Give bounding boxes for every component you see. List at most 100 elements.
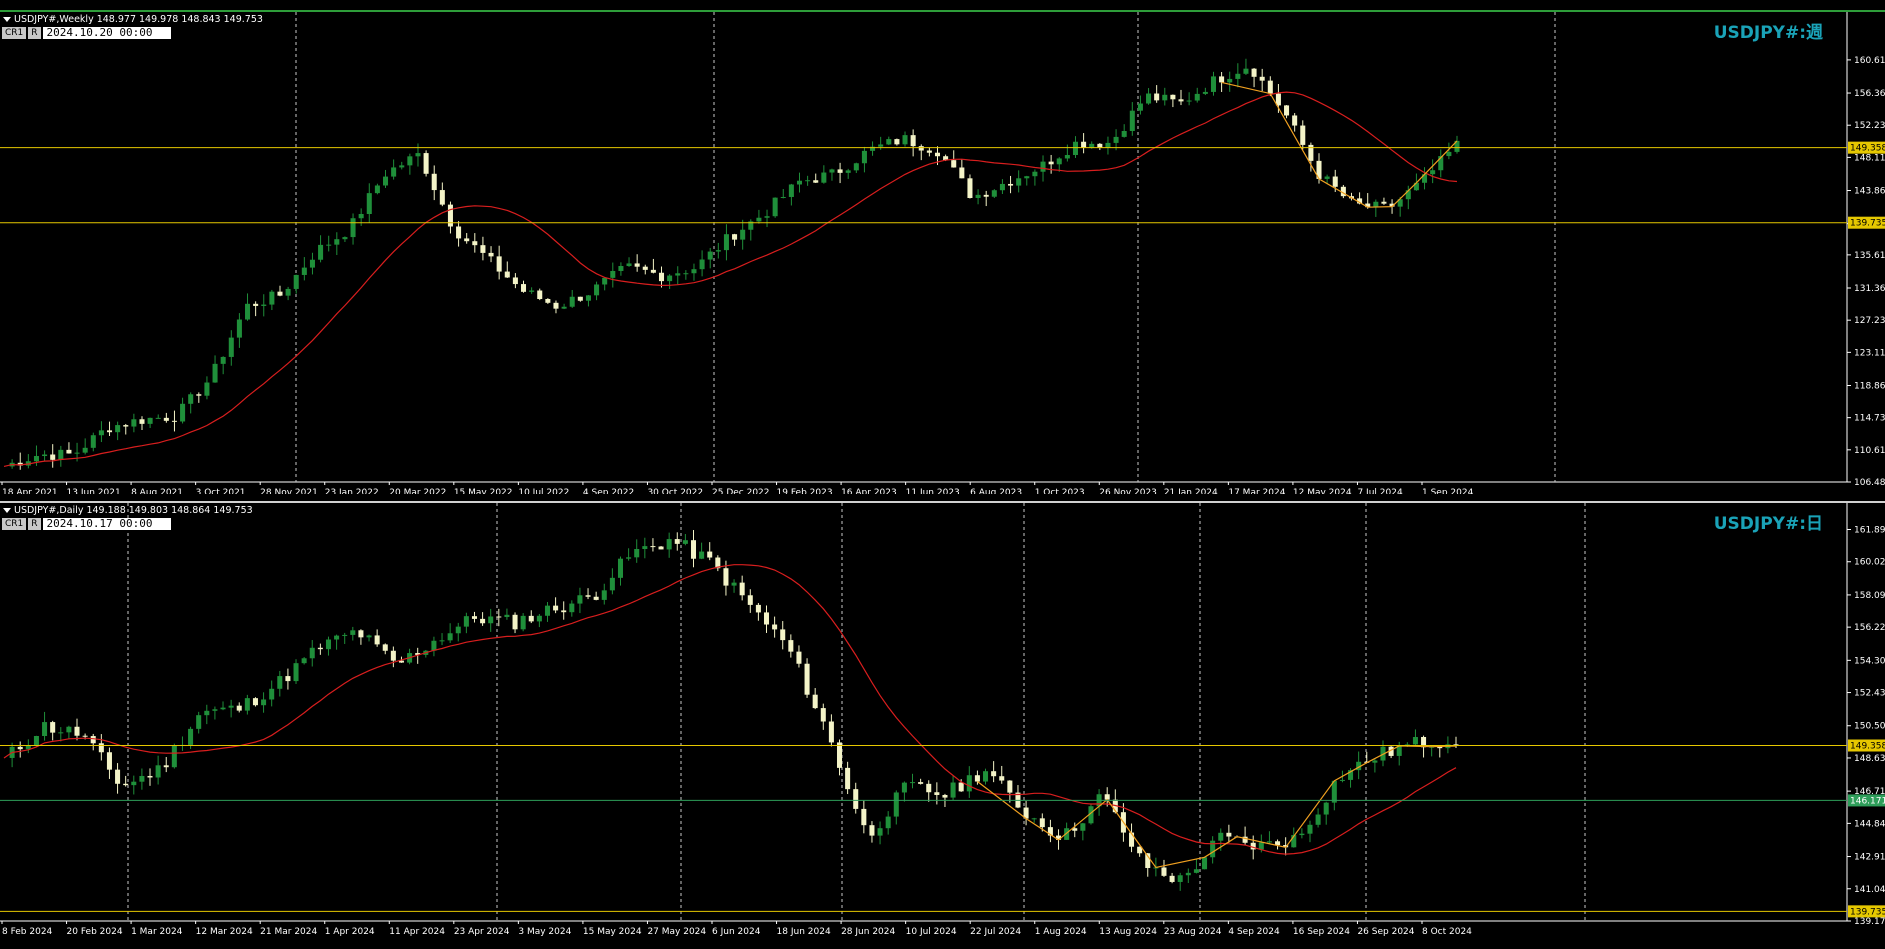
candle-body xyxy=(58,732,64,734)
candle-body xyxy=(309,647,315,659)
candle-body xyxy=(544,605,551,616)
candle-body xyxy=(293,274,299,289)
candle-body xyxy=(90,435,96,448)
candle-body xyxy=(1332,176,1338,187)
price-tick-label: 152.235 xyxy=(1854,121,1885,131)
candle-body xyxy=(504,271,510,278)
time-tick-label: 16 Apr 2023 xyxy=(841,488,897,494)
candle-body xyxy=(334,635,340,640)
time-tick-label: 11 Apr 2024 xyxy=(389,927,445,937)
candle-body xyxy=(1008,183,1014,186)
candle-body xyxy=(1324,176,1330,179)
candle-body xyxy=(50,454,56,460)
candle-body xyxy=(90,736,96,744)
price-scale[interactable]: 160.610156.360152.235148.110143.860139.6… xyxy=(1847,56,1885,488)
candle-body xyxy=(617,558,624,578)
weekly-chart-canvas[interactable]: 160.610156.360152.235148.110143.860139.6… xyxy=(0,12,1885,494)
candle-body xyxy=(764,216,770,218)
weekly-chart-panel[interactable]: 160.610156.360152.235148.110143.860139.6… xyxy=(0,10,1885,494)
candle-body xyxy=(285,288,291,296)
time-tick-label: 8 Aug 2021 xyxy=(131,488,183,494)
daily-chart-panel[interactable]: 161.890 160.020 158.095 156.225 154.300 152.4… xyxy=(0,501,1885,949)
candle-body xyxy=(772,624,778,630)
candle-body xyxy=(269,688,275,700)
r-button[interactable]: R xyxy=(28,27,41,39)
candle-body xyxy=(261,304,267,306)
candle-body xyxy=(902,135,908,145)
candle-body xyxy=(999,776,1005,781)
candle-body xyxy=(204,710,210,716)
candle-body xyxy=(212,363,218,383)
time-tick-label: 1 Mar 2024 xyxy=(131,927,183,937)
cr1-button[interactable]: CR1 xyxy=(2,27,27,39)
daily-date-input[interactable]: 2024.10.17 00:00 xyxy=(42,518,171,530)
daily-chart-canvas[interactable]: 161.890 160.020 158.095 156.225 154.300 152.4… xyxy=(0,503,1885,949)
candle-body xyxy=(983,771,989,782)
candle-body xyxy=(788,640,794,652)
time-scale[interactable]: 8 Feb 2024 20 Feb 2024 1 Mar 2024 12 Mar 20… xyxy=(1,921,1472,937)
candle-body xyxy=(1072,141,1079,156)
time-tick-label: 18 Apr 2021 xyxy=(2,488,58,494)
candle-body xyxy=(463,616,469,627)
candle-body xyxy=(155,417,161,419)
candle-body xyxy=(1300,125,1306,145)
candle-body xyxy=(1218,832,1224,841)
collapse-triangle-icon[interactable] xyxy=(3,508,11,513)
candle-body xyxy=(861,808,867,826)
candle-body xyxy=(1235,73,1241,79)
weekly-date-input[interactable]: 2024.10.20 00:00 xyxy=(42,27,171,39)
r-button[interactable]: R xyxy=(28,518,41,530)
candle-body xyxy=(561,306,567,309)
time-tick-label: 7 Jul 2024 xyxy=(1357,488,1402,494)
time-tick-label: 12 Mar 2024 xyxy=(196,927,253,937)
candle-body xyxy=(934,152,941,157)
candle-body xyxy=(317,647,323,650)
candle-body xyxy=(1339,779,1345,781)
price-tick-label: 127.235 xyxy=(1854,316,1885,326)
candle-body xyxy=(115,425,121,433)
time-tick-label: 4 Sep 2022 xyxy=(583,488,634,494)
candle-body xyxy=(1275,841,1281,846)
candle-body xyxy=(739,582,745,596)
time-tick-label: 26 Sep 2024 xyxy=(1357,927,1414,937)
collapse-triangle-icon[interactable] xyxy=(3,17,11,22)
time-tick-label: 10 Jul 2024 xyxy=(906,927,957,937)
candle-body xyxy=(585,295,591,301)
candles xyxy=(9,530,1459,891)
cr1-button[interactable]: CR1 xyxy=(2,518,27,530)
candle-body xyxy=(252,698,258,706)
candle-body xyxy=(991,771,997,777)
candle-body xyxy=(1080,823,1086,831)
candle-body xyxy=(634,263,640,267)
time-scale[interactable]: 18 Apr 2021 13 Jun 2021 8 Aug 2021 3 Oct 20… xyxy=(1,482,1474,494)
candle-body xyxy=(634,549,640,558)
candle-body xyxy=(813,180,819,183)
candle-body xyxy=(594,284,600,296)
candle-body xyxy=(869,825,875,836)
moving-average-line xyxy=(3,91,1458,467)
candle-body xyxy=(690,540,697,559)
candle-body xyxy=(740,229,746,240)
price-tick-label: 156.225 xyxy=(1854,623,1885,633)
time-tick-label: 28 Nov 2021 xyxy=(260,488,318,494)
candle-body xyxy=(878,144,884,147)
time-tick-label: 19 Feb 2023 xyxy=(777,488,833,494)
candle-body xyxy=(715,250,721,252)
candle-body xyxy=(772,197,778,217)
candle-body xyxy=(853,789,859,809)
candle-body xyxy=(171,745,177,768)
candle-body xyxy=(1307,824,1313,834)
candle-body xyxy=(439,190,445,205)
candle-body xyxy=(42,454,48,457)
candle-body xyxy=(1177,875,1183,882)
price-tick-label: 114.735 xyxy=(1854,414,1885,424)
candle-body xyxy=(17,746,23,750)
candle-body xyxy=(228,337,234,357)
time-tick-label: 27 May 2024 xyxy=(647,927,706,937)
candle-body xyxy=(520,615,526,630)
candle-body xyxy=(1186,100,1192,102)
price-scale[interactable]: 161.890 160.020 158.095 156.225 154.300 152.4… xyxy=(1847,526,1885,927)
candle-body xyxy=(699,259,705,270)
candle-body xyxy=(107,430,113,433)
candles xyxy=(9,58,1460,470)
